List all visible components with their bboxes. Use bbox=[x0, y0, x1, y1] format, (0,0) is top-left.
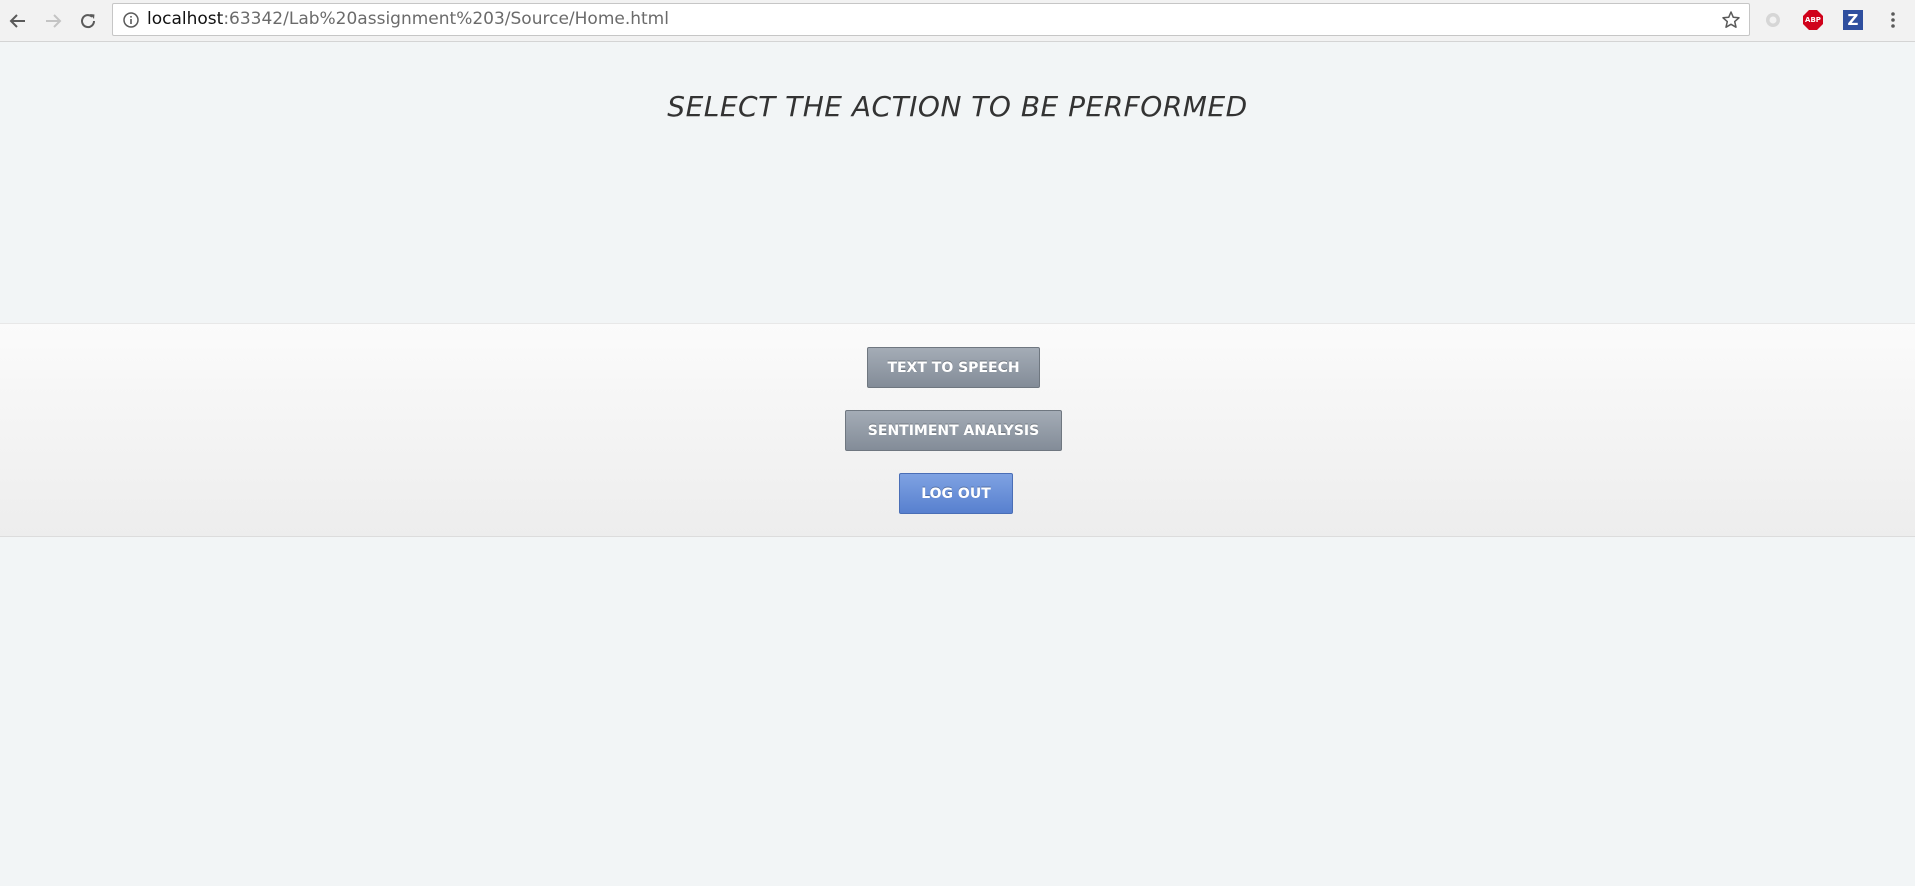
back-button[interactable] bbox=[6, 9, 30, 33]
arrow-right-icon bbox=[46, 14, 62, 28]
log-out-button[interactable]: LOG OUT bbox=[899, 473, 1013, 514]
reload-icon bbox=[81, 14, 96, 29]
kebab-menu-icon bbox=[1891, 12, 1895, 28]
extension-grey-button[interactable] bbox=[1762, 9, 1784, 31]
address-bar[interactable]: localhost:63342/Lab%20assignment%203/Sou… bbox=[112, 3, 1750, 36]
url-text[interactable]: localhost:63342/Lab%20assignment%203/Sou… bbox=[147, 4, 669, 35]
info-icon[interactable] bbox=[123, 12, 139, 28]
page-heading: SELECT THE ACTION TO BE PERFORMED bbox=[667, 90, 1248, 123]
browser-menu-button[interactable] bbox=[1882, 9, 1904, 31]
z-extension-icon: Z bbox=[1843, 10, 1863, 30]
star-icon[interactable] bbox=[1721, 10, 1741, 30]
url-host: localhost bbox=[147, 9, 224, 29]
z-extension-button[interactable]: Z bbox=[1842, 9, 1864, 31]
url-path: :63342/Lab%20assignment%203/Source/Home.… bbox=[223, 9, 669, 29]
sentiment-analysis-button[interactable]: SENTIMENT ANALYSIS bbox=[845, 410, 1062, 451]
arrow-left-icon bbox=[9, 14, 25, 28]
browser-toolbar: localhost:63342/Lab%20assignment%203/Sou… bbox=[0, 0, 1915, 42]
adblock-plus-icon: ABP bbox=[1803, 10, 1823, 30]
reload-button[interactable] bbox=[76, 9, 100, 33]
adblock-plus-button[interactable]: ABP bbox=[1802, 9, 1824, 31]
forward-button[interactable] bbox=[41, 9, 65, 33]
action-panel: TEXT TO SPEECH SENTIMENT ANALYSIS LOG OU… bbox=[0, 323, 1915, 537]
text-to-speech-button[interactable]: TEXT TO SPEECH bbox=[867, 347, 1040, 388]
extension-grey-icon bbox=[1766, 13, 1780, 27]
